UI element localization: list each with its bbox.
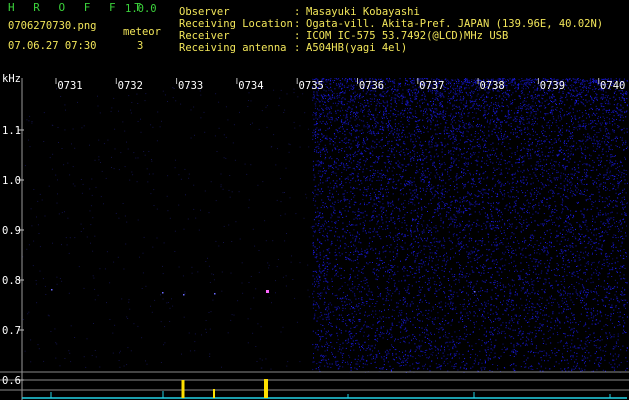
x-tick-label: 0734 [238, 80, 263, 92]
meteor-blip [214, 293, 216, 295]
meteor-blip [183, 294, 185, 296]
meteor-blips [51, 289, 476, 296]
y-tick-label: 0.6 [2, 375, 21, 387]
y-axis-unit: kHz [2, 73, 21, 85]
y-tick-label: 1.0 [2, 175, 21, 187]
spectrogram: kHz 1.1 1.0 0.9 0.8 0.7 0.6 0731 0732 0733 0734 0… [0, 73, 629, 400]
y-tick-label: 1.1 [2, 125, 21, 137]
noise-layer [22, 78, 628, 373]
signal-trace [22, 379, 627, 399]
meteor-blip [51, 289, 53, 291]
y-axis-ticks: 1.1 1.0 0.9 0.8 0.7 0.6 [2, 125, 24, 387]
meteor-blip [474, 291, 476, 293]
x-tick-label: 0732 [118, 80, 143, 92]
x-tick-label: 0731 [57, 80, 82, 92]
meteor-blip [162, 292, 164, 294]
trace-peak [264, 379, 268, 398]
trace-peak [213, 389, 215, 398]
meteor-blip [266, 290, 269, 293]
trace-peak [181, 380, 185, 398]
y-tick-label: 0.9 [2, 225, 21, 237]
x-tick-label: 0740 [600, 80, 625, 92]
y-tick-label: 0.8 [2, 275, 21, 287]
x-tick-label: 0736 [359, 80, 384, 92]
x-tick-label: 0735 [299, 80, 324, 92]
y-tick-label: 0.7 [2, 325, 21, 337]
x-tick-label: 0737 [419, 80, 444, 92]
grid-layer [0, 78, 629, 400]
x-tick-label: 0739 [540, 80, 565, 92]
x-tick-label: 0738 [479, 80, 504, 92]
x-tick-label: 0733 [178, 80, 203, 92]
